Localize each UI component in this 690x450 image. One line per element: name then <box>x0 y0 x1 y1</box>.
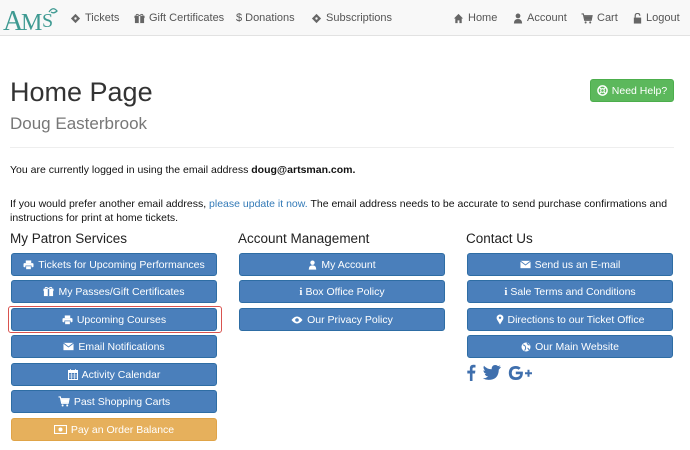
nav-label: Donations <box>245 12 295 24</box>
nav-tickets[interactable]: Tickets <box>70 0 119 36</box>
cart-icon <box>581 12 593 24</box>
nav-label: Cart <box>597 12 618 24</box>
dollar-icon: $ <box>236 12 243 24</box>
money-icon <box>53 425 67 434</box>
ticket-icon <box>70 13 81 24</box>
button-label: Past Shopping Carts <box>73 395 171 408</box>
my-account-button[interactable]: My Account <box>239 253 445 276</box>
gift-icon <box>43 286 55 297</box>
social-links <box>466 364 534 381</box>
top-navbar: A M S Tickets Gift Certificates $ Donati… <box>0 0 690 36</box>
login-email: doug@artsman.com. <box>251 164 356 176</box>
patron-services-heading: My Patron Services <box>10 231 128 246</box>
page-title: Home Page <box>10 77 153 107</box>
divider <box>10 147 674 148</box>
nav-donations[interactable]: $ Donations <box>236 0 295 36</box>
globe-icon <box>521 342 531 352</box>
account-management-heading: Account Management <box>238 231 370 246</box>
button-label: Tickets for Upcoming Performances <box>38 258 205 271</box>
update-email-text: If you would prefer another email addres… <box>10 197 680 225</box>
button-label: Upcoming Courses <box>76 313 167 326</box>
svg-text:S: S <box>42 10 53 32</box>
login-info-text: You are currently logged in using the em… <box>10 163 355 177</box>
button-label: My Passes/Gift Certificates <box>58 285 185 298</box>
button-label: Sale Terms and Conditions <box>510 285 636 298</box>
nav-home[interactable]: Home <box>453 0 497 36</box>
upcoming-courses-button[interactable]: Upcoming Courses <box>11 308 217 331</box>
update-email-link[interactable]: please update it now. <box>209 198 308 210</box>
button-label: Email Notifications <box>78 340 165 353</box>
home-icon <box>453 13 464 24</box>
print-icon <box>23 259 34 270</box>
send-email-button[interactable]: Send us an E-mail <box>467 253 673 276</box>
nav-label: Account <box>527 12 567 24</box>
my-passes-gift-certificates-button[interactable]: My Passes/Gift Certificates <box>11 280 217 303</box>
svg-text:M: M <box>21 10 42 35</box>
google-plus-icon[interactable] <box>508 365 534 381</box>
nav-label: Logout <box>646 12 680 24</box>
button-label: Send us an E-mail <box>534 258 621 271</box>
nav-label: Gift Certificates <box>149 12 225 24</box>
contact-us-heading: Contact Us <box>466 231 533 246</box>
facebook-icon[interactable] <box>466 364 476 381</box>
update-prefix: If you would prefer another email addres… <box>10 198 207 210</box>
box-office-policy-button[interactable]: i Box Office Policy <box>239 280 445 303</box>
need-help-label: Need Help? <box>611 84 668 97</box>
nav-subscriptions[interactable]: Subscriptions <box>311 0 392 36</box>
button-label: My Account <box>321 258 376 271</box>
tag-icon <box>311 13 322 24</box>
twitter-icon[interactable] <box>483 365 501 380</box>
tickets-upcoming-performances-button[interactable]: Tickets for Upcoming Performances <box>11 253 217 276</box>
patron-name: Doug Easterbrook <box>10 114 148 133</box>
nav-logout[interactable]: Logout <box>633 0 680 36</box>
sale-terms-button[interactable]: i Sale Terms and Conditions <box>467 280 673 303</box>
nav-label: Tickets <box>85 12 120 24</box>
ams-logo[interactable]: A M S <box>2 3 60 35</box>
button-label: Activity Calendar <box>81 368 161 381</box>
login-text: You are currently logged in using the em… <box>10 164 249 176</box>
button-label: Our Privacy Policy <box>307 313 393 326</box>
nav-label: Home <box>468 12 498 24</box>
activity-calendar-button[interactable]: Activity Calendar <box>11 363 217 386</box>
info-icon: i <box>299 285 303 298</box>
button-label: Box Office Policy <box>305 285 385 298</box>
main-website-button[interactable]: Our Main Website <box>467 335 673 358</box>
lock-icon <box>633 12 642 24</box>
print-icon <box>62 314 73 325</box>
nav-gift-certificates[interactable]: Gift Certificates <box>134 0 224 36</box>
nav-account[interactable]: Account <box>513 0 567 36</box>
gift-icon <box>134 13 145 24</box>
privacy-policy-button[interactable]: Our Privacy Policy <box>239 308 445 331</box>
pay-order-balance-button[interactable]: Pay an Order Balance <box>11 418 217 441</box>
email-notifications-button[interactable]: Email Notifications <box>11 335 217 358</box>
button-label: Our Main Website <box>535 340 619 353</box>
life-ring-icon <box>596 85 608 96</box>
info-icon: i <box>504 285 508 298</box>
nav-label: Subscriptions <box>326 12 393 24</box>
button-label: Directions to our Ticket Office <box>507 313 645 326</box>
envelope-icon <box>63 342 75 351</box>
map-marker-icon <box>496 314 504 325</box>
past-shopping-carts-button[interactable]: Past Shopping Carts <box>11 390 217 413</box>
nav-cart[interactable]: Cart <box>581 0 618 36</box>
user-icon <box>513 13 523 24</box>
calendar-icon <box>67 369 78 380</box>
cart-icon <box>58 396 70 407</box>
user-icon <box>308 260 317 270</box>
envelope-icon <box>519 260 531 269</box>
need-help-button[interactable]: Need Help? <box>590 79 674 102</box>
eye-icon <box>291 316 303 324</box>
button-label: Pay an Order Balance <box>70 423 175 436</box>
directions-button[interactable]: Directions to our Ticket Office <box>467 308 673 331</box>
